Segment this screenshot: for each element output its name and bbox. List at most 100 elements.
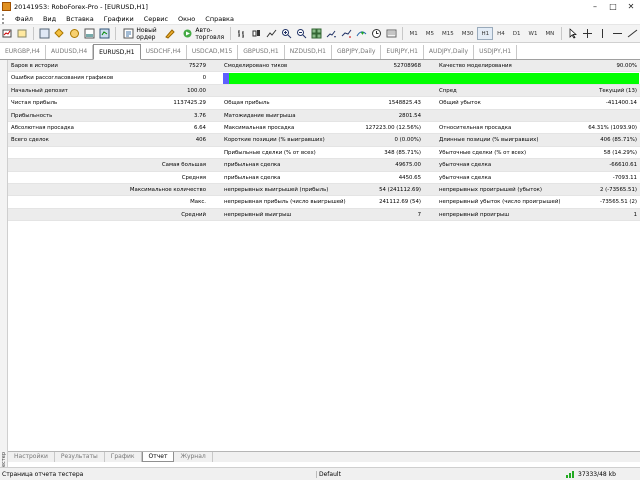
cursor-icon[interactable] — [567, 28, 578, 39]
report-value: 7 — [417, 211, 421, 218]
tab-eurgbp-h4[interactable]: EURGBP,H4 — [0, 45, 46, 59]
report-value: 2 (-73565.51) — [599, 187, 637, 193]
tab-gbpjpy-daily[interactable]: GBPJPY,Daily — [332, 45, 382, 59]
tile-windows-icon[interactable] — [311, 28, 322, 39]
navigator-icon[interactable] — [69, 28, 80, 39]
tab-settings[interactable]: Настройки — [8, 452, 55, 462]
profiles-icon[interactable] — [17, 28, 28, 39]
new-order-button[interactable]: Новый ордер — [118, 27, 162, 41]
tab-nzdusd-h1[interactable]: NZDUSD,H1 — [285, 45, 332, 59]
timeframe-m5[interactable]: M5 — [422, 27, 438, 40]
timeframe-m1[interactable]: M1 — [405, 27, 421, 40]
report-value: Максимальное количество — [129, 187, 206, 193]
report-row: Средняя прибыльная сделка 4450.65 убыточная… — [8, 172, 640, 184]
menu-window[interactable]: Окно — [173, 15, 200, 23]
timeframe-m15[interactable]: M15 — [438, 27, 458, 40]
chart-tabs: EURGBP,H4 AUDUSD,H4 EURUSD,H1 USDCHF,H4 … — [0, 43, 640, 60]
report-value: 0 — [202, 75, 206, 82]
close-button[interactable]: ✕ — [622, 0, 640, 13]
report-value: 3.76 — [193, 112, 206, 119]
report-row: Абсолютная просадка 6.64 Максимальная прос… — [8, 122, 640, 135]
vertical-line-icon[interactable] — [597, 28, 608, 39]
tab-usdjpy-h1[interactable]: USDJPY,H1 — [474, 45, 518, 59]
report-value: -73565.51 (2) — [599, 199, 637, 206]
horizontal-line-icon[interactable] — [612, 28, 623, 39]
report-value: 2801.54 — [398, 112, 421, 119]
timeframe-m30[interactable]: M30 — [458, 27, 478, 40]
toolbar-separator — [561, 27, 562, 40]
tab-eurjpy-h1[interactable]: EURJPY,H1 — [381, 45, 424, 59]
connection-traffic: 37333/48 kb — [578, 470, 616, 478]
report-value: Средний — [181, 211, 206, 218]
timeframe-h1[interactable]: H1 — [477, 27, 494, 40]
tab-report[interactable]: Отчет — [141, 452, 175, 462]
market-watch-icon[interactable] — [39, 28, 50, 39]
menu-view[interactable]: Вид — [38, 15, 61, 23]
metaeditor-icon[interactable] — [164, 28, 176, 39]
report-row: Чистая прибыль 1137425.29 Общая прибыль 154… — [8, 97, 640, 110]
report-value: 49675.00 — [395, 162, 421, 169]
tab-journal[interactable]: Журнал — [174, 452, 213, 462]
title-bar: 20141953: RoboForex-Pro - [EURUSD,H1] – … — [0, 0, 640, 13]
report-value: -66610.61 — [609, 162, 637, 169]
terminal-icon[interactable] — [84, 28, 95, 39]
zoom-in-icon[interactable] — [281, 28, 292, 39]
autotrading-button[interactable]: Авто-торговля — [177, 27, 227, 41]
menu-file[interactable]: Файл — [10, 15, 38, 23]
tab-usdcad-m15[interactable]: USDCAD,M15 — [187, 45, 239, 59]
bar-chart-icon[interactable] — [236, 28, 247, 39]
candlestick-icon[interactable] — [251, 28, 262, 39]
indicators-icon[interactable] — [356, 28, 367, 39]
menu-help[interactable]: Справка — [200, 15, 239, 23]
toolbar-separator — [114, 27, 116, 40]
report-value: 64.31% (1093.90) — [588, 125, 637, 131]
timeframe-w1[interactable]: W1 — [525, 27, 542, 40]
tester-tabs: Настройки Результаты График Отчет Журнал — [8, 451, 640, 462]
autoscroll-icon[interactable] — [341, 28, 352, 39]
trendline-icon[interactable] — [627, 28, 638, 39]
report-value: Средняя — [181, 174, 206, 181]
report-value: 90.00% — [616, 63, 637, 69]
periods-icon[interactable] — [371, 28, 382, 39]
strategy-tester-icon[interactable] — [99, 28, 110, 39]
zoom-out-icon[interactable] — [296, 28, 307, 39]
tab-audusd-h4[interactable]: AUDUSD,H4 — [46, 45, 94, 59]
tab-eurusd-h1[interactable]: EURUSD,H1 — [93, 44, 141, 60]
timeframe-mn[interactable]: MN — [541, 27, 558, 40]
data-window-icon[interactable] — [53, 28, 65, 39]
tab-gbpusd-h1[interactable]: GBPUSD,H1 — [238, 45, 285, 59]
report-row: Прибыльность 3.76 Матожидание выигрыша 2801… — [8, 109, 640, 122]
tab-audjpy-daily[interactable]: AUDJPY,Daily — [424, 45, 475, 59]
menu-charts[interactable]: Графики — [99, 15, 139, 23]
status-text: Страница отчета тестера — [2, 470, 84, 478]
tester-panel-strip: Тестер — [0, 60, 8, 470]
new-chart-icon[interactable] — [2, 28, 13, 39]
report-value: 406 (85.71%) — [600, 137, 637, 144]
report-row: Средний непрерывный выигрыш 7 непрерывный п… — [8, 208, 640, 222]
report-value: 241112.69 (54) — [379, 199, 421, 206]
report-row: Прибыльные сделки (% от всех) 348 (85.71%… — [8, 147, 640, 160]
templates-icon[interactable] — [386, 28, 397, 39]
report-value: Текущий (13) — [599, 87, 637, 94]
timeframe-h4[interactable]: H4 — [493, 27, 509, 40]
tester-report: Баров в истории 75279 Смоделировано тиков 5… — [8, 60, 640, 451]
toolbar-separator — [33, 27, 34, 40]
minimize-button[interactable]: – — [586, 0, 604, 13]
chart-shift-icon[interactable] — [326, 28, 337, 39]
report-value: Макс. — [190, 199, 206, 206]
menu-insert[interactable]: Вставка — [61, 15, 99, 23]
report-value: 54 (241112.69) — [379, 187, 421, 193]
tab-results[interactable]: Результаты — [55, 452, 105, 462]
crosshair-icon[interactable] — [582, 28, 593, 39]
timeframe-d1[interactable]: D1 — [509, 27, 525, 40]
menu-tools[interactable]: Сервис — [139, 15, 173, 23]
report-value: 1548825.43 — [388, 100, 421, 107]
report-row: Баров в истории 75279 Смоделировано тиков 5… — [8, 60, 640, 73]
app-icon — [2, 2, 11, 11]
toolbar-separator — [401, 27, 403, 40]
line-chart-icon[interactable] — [266, 28, 277, 39]
maximize-button[interactable]: □ — [604, 0, 622, 13]
tab-usdchf-h4[interactable]: USDCHF,H4 — [141, 45, 187, 59]
new-order-icon — [123, 28, 134, 39]
tab-graph[interactable]: График — [105, 452, 142, 462]
